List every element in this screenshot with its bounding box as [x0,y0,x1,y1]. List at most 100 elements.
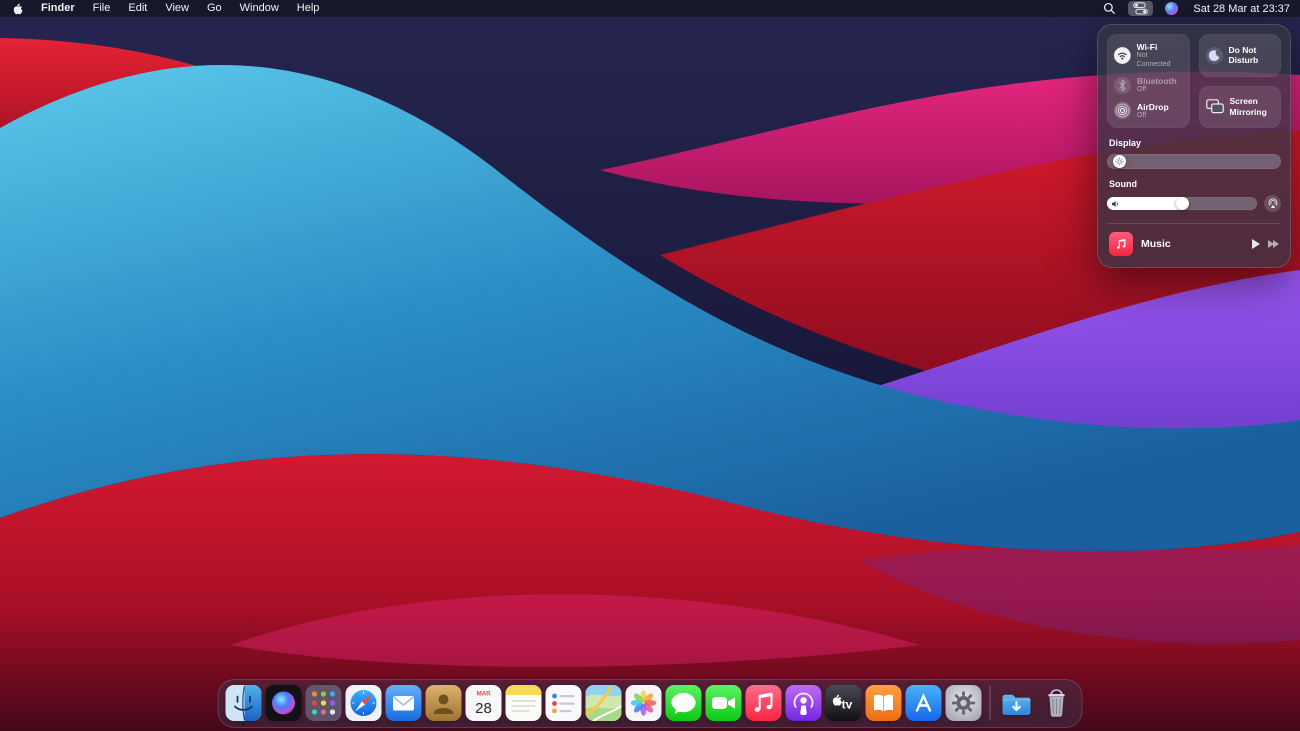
bluetooth-status: Off [1137,86,1147,94]
display-slider[interactable] [1107,154,1281,170]
menu-finder[interactable]: Finder [32,0,84,17]
dock-item-siri[interactable] [265,685,302,721]
menu-file[interactable]: File [84,0,120,17]
sound-row [1107,195,1281,213]
screen-mirroring-label: Screen Mirroring [1229,96,1267,117]
dock-item-photos[interactable] [625,685,662,721]
dnd-label: Do Not Disturb [1228,44,1259,66]
search-icon [1104,2,1116,14]
dock-item-finder[interactable] [225,685,262,726]
wifi-icon [1114,47,1131,64]
play-button[interactable] [1252,239,1260,250]
screen-mirroring-icon [1205,99,1224,114]
wifi-label: Wi-Fi [1136,42,1158,52]
dock-item-calendar[interactable]: MAR 28 [465,685,502,721]
svg-text:tv: tv [842,698,853,712]
wifi-status: Not Connected [1136,52,1171,68]
display-section-label: Display [1109,138,1142,149]
dock-separator [989,686,991,720]
dock-item-launchpad[interactable] [305,685,342,721]
sound-slider-knob[interactable] [1175,197,1189,211]
bluetooth-toggle[interactable]: Bluetooth Off [1114,76,1183,95]
dnd-toggle[interactable]: Do Not Disturb [1198,34,1281,77]
airdrop-icon [1114,102,1131,120]
spotlight-button[interactable] [1098,1,1121,16]
siri-icon [1165,2,1179,15]
menubar-left: Finder File Edit View Go Window Help [10,0,328,17]
reminders-app-icon [545,685,582,721]
control-center-icon [1133,2,1149,15]
notes-app-icon [505,685,542,721]
dock-item-tv[interactable]: tv [825,685,862,721]
airdrop-text: AirDrop Off [1137,102,1169,121]
dock: MAR 28 tv [217,679,1083,728]
brightness-sun-icon [1115,157,1125,166]
dock-item-music[interactable] [745,685,782,721]
airplay-audio-icon [1268,198,1277,208]
maps-app-icon [585,685,622,721]
apple-menu[interactable] [10,2,32,16]
music-note-icon [1116,239,1126,249]
moon-icon [1205,46,1223,64]
music-app-icon [745,685,782,721]
podcasts-app-icon [785,685,822,721]
connectivity-tile: Wi-Fi Not Connected Bluetooth Off AirDro… [1107,34,1190,129]
screen-mirroring-button[interactable]: Screen Mirroring [1198,85,1281,129]
dock-item-maps[interactable] [585,685,622,721]
wifi-text: Wi-Fi Not Connected [1137,42,1183,69]
messages-app-icon [665,685,702,721]
dock-item-podcasts[interactable] [785,685,822,721]
dock-item-contacts[interactable] [425,685,462,721]
trash-app-icon [1048,689,1065,717]
menu-go[interactable]: Go [198,0,231,17]
launchpad-app-icon [305,685,342,721]
menu-help[interactable]: Help [288,0,329,17]
finder-app-icon [225,685,262,721]
tv-app-icon: tv [825,685,862,721]
menubar-clock[interactable]: Sat 28 Mar at 23:37 [1190,3,1290,15]
safari-app-icon [345,685,382,721]
desktop: Finder File Edit View Go Window Help Sat 28 Ma… [0,0,1300,731]
menu-edit[interactable]: Edit [119,0,156,17]
sound-section-label: Sound [1109,179,1137,190]
sound-slider[interactable] [1107,197,1257,211]
display-slider-knob[interactable] [1113,155,1127,169]
dock-item-trash[interactable] [1039,685,1075,721]
music-label: Music [1141,238,1171,251]
siri-button[interactable] [1160,1,1183,16]
facetime-app-icon [705,685,742,721]
appstore-app-icon [905,685,942,721]
svg-text:MAR: MAR [476,691,491,698]
dock-item-safari[interactable] [345,685,382,721]
dock-item-messages[interactable] [665,685,702,721]
control-center-button[interactable] [1128,1,1154,16]
dock-item-sysprefs[interactable] [945,685,982,721]
dock-item-books[interactable] [865,685,902,721]
menu-view[interactable]: View [156,0,198,17]
bluetooth-icon [1114,76,1131,94]
menu-bar: Finder File Edit View Go Window Help Sat 28 Ma… [0,0,1300,17]
dock-item-facetime[interactable] [705,685,742,721]
menu-window[interactable]: Window [231,0,288,17]
cc-right-column: Do Not Disturb Screen Mirroring [1198,34,1281,129]
bluetooth-label: Bluetooth [1137,75,1177,86]
menubar-menus: Finder File Edit View Go Window Help [32,0,328,17]
calendar-app-icon: MAR 28 [465,685,502,721]
dock-item-reminders[interactable] [545,685,582,721]
dock-item-appstore[interactable] [905,685,942,721]
dock-item-downloads[interactable] [999,685,1035,721]
airdrop-toggle[interactable]: AirDrop Off [1114,102,1183,121]
airdrop-status: Off [1137,111,1147,119]
music-app-icon [1109,232,1133,257]
fast-forward-button[interactable] [1268,240,1279,249]
airplay-audio-button[interactable] [1264,195,1281,213]
dock-item-mail[interactable] [385,685,422,721]
dock-item-notes[interactable] [505,685,542,721]
speaker-icon [1112,201,1118,208]
airdrop-label: AirDrop [1137,101,1169,112]
cc-top-grid: Wi-Fi Not Connected Bluetooth Off AirDro… [1107,34,1281,129]
wifi-toggle[interactable]: Wi-Fi Not Connected [1114,42,1183,69]
siri-app-icon [265,685,302,721]
menubar-right: Sat 28 Mar at 23:37 [1098,1,1290,16]
mail-app-icon [385,685,422,721]
